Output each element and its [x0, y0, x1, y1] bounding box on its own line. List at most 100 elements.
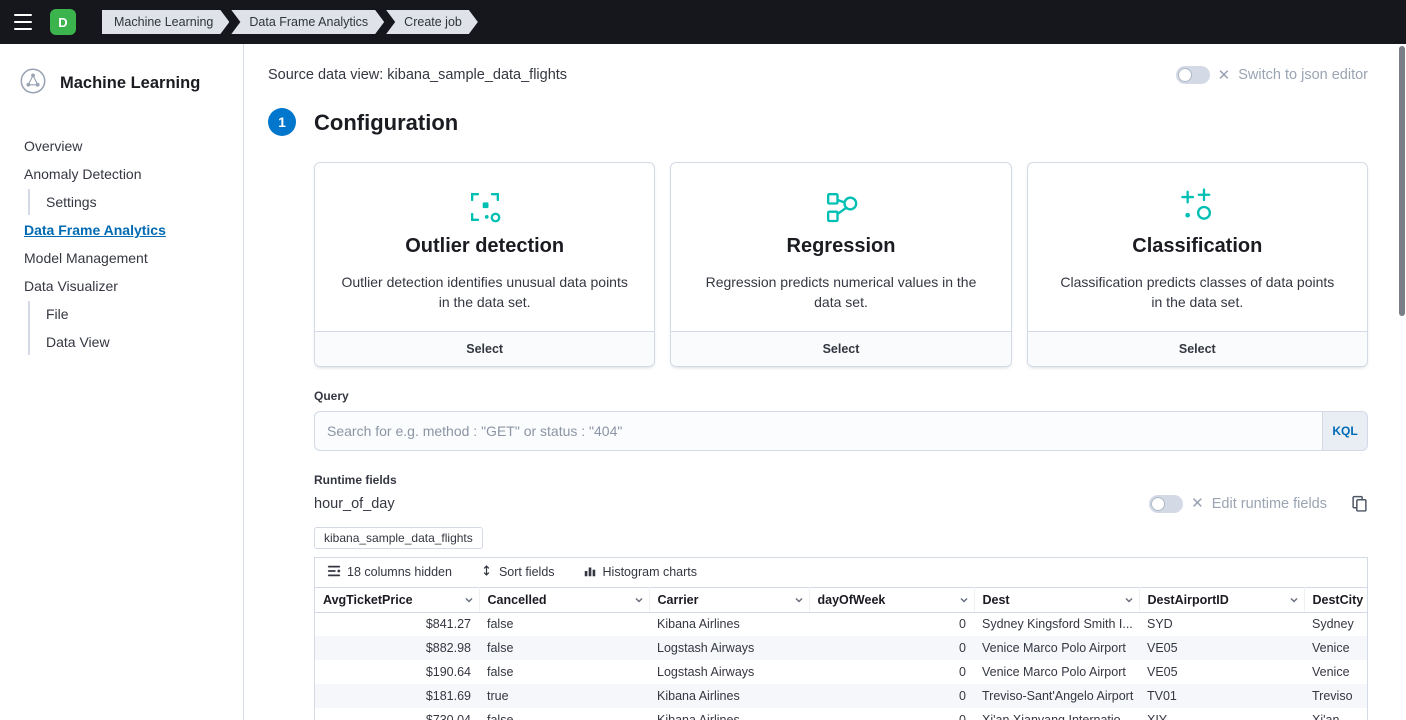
column-header-dayofweek[interactable]: dayOfWeek [809, 587, 974, 612]
breadcrumb-machine-learning[interactable]: Machine Learning [102, 10, 229, 34]
column-label: AvgTicketPrice [323, 593, 413, 607]
step-number-badge: 1 [268, 108, 296, 136]
column-header-destcityname[interactable]: DestCityName [1304, 587, 1367, 612]
table-header-row: AvgTicketPrice Cancelled Carrier dayOfWe… [315, 587, 1367, 612]
source-data-view-label: Source data view: kibana_sample_data_fli… [268, 67, 567, 83]
cell-cancelled: false [479, 660, 649, 684]
sidebar-item-model-management[interactable]: Model Management [16, 245, 227, 271]
breadcrumb-data-frame-analytics[interactable]: Data Frame Analytics [231, 10, 384, 34]
card-title: Classification [1054, 235, 1341, 258]
vertical-scrollbar[interactable] [1399, 46, 1405, 316]
columns-hidden-button[interactable]: 18 columns hidden [327, 564, 452, 581]
outlier-detection-icon [341, 185, 628, 229]
cell-cancelled: true [479, 684, 649, 708]
cross-icon: ✕ [1218, 68, 1231, 83]
histogram-charts-button[interactable]: Histogram charts [583, 564, 697, 581]
json-editor-toggle-switch[interactable] [1176, 66, 1210, 84]
column-header-destairportid[interactable]: DestAirportID [1139, 587, 1304, 612]
card-title: Outlier detection [341, 235, 628, 258]
select-classification-button[interactable]: Select [1028, 331, 1367, 366]
sidebar-item-settings[interactable]: Settings [38, 189, 227, 215]
chevron-down-icon[interactable] [633, 594, 645, 606]
table-row[interactable]: $882.98 false Logstash Airways 0 Venice … [315, 636, 1367, 660]
cell-destairportid: SYD [1139, 612, 1304, 636]
cross-icon: ✕ [1191, 496, 1204, 511]
sidebar-item-data-visualizer[interactable]: Data Visualizer [16, 273, 227, 299]
sort-fields-button[interactable]: Sort fields [480, 564, 555, 580]
sidebar-item-overview[interactable]: Overview [16, 133, 227, 159]
query-search-input[interactable] [314, 411, 1322, 451]
analytics-type-cards: Outlier detection Outlier detection iden… [314, 162, 1368, 367]
chevron-down-icon[interactable] [958, 594, 970, 606]
cell-dayofweek: 0 [809, 636, 974, 660]
page-title: Configuration [314, 110, 1368, 136]
cell-destairportid: VE05 [1139, 636, 1304, 660]
table-row[interactable]: $190.64 false Logstash Airways 0 Venice … [315, 660, 1367, 684]
column-header-carrier[interactable]: Carrier [649, 587, 809, 612]
main-content: Source data view: kibana_sample_data_fli… [244, 44, 1406, 720]
cell-avgticketprice: $882.98 [315, 636, 479, 660]
toolbar-label: Sort fields [499, 565, 555, 579]
regression-icon [697, 185, 984, 229]
cell-destairportid: XIY [1139, 708, 1304, 720]
top-navigation-bar: D Machine Learning Data Frame Analytics … [0, 0, 1406, 44]
cell-cancelled: false [479, 708, 649, 720]
sidebar-item-anomaly-detection[interactable]: Anomaly Detection [16, 161, 227, 187]
sidebar-subgroup-anomaly: Settings [28, 189, 227, 215]
cell-carrier: Logstash Airways [649, 636, 809, 660]
cell-avgticketprice: $190.64 [315, 660, 479, 684]
sidebar-item-data-view[interactable]: Data View [38, 329, 227, 355]
kql-button[interactable]: KQL [1322, 411, 1368, 451]
card-classification[interactable]: Classification Classification predicts c… [1027, 162, 1368, 367]
sidebar-item-file[interactable]: File [38, 301, 227, 327]
space-avatar[interactable]: D [50, 9, 76, 35]
cell-dayofweek: 0 [809, 708, 974, 720]
sidebar-item-data-frame-analytics[interactable]: Data Frame Analytics [16, 217, 227, 243]
cell-destairportid: TV01 [1139, 684, 1304, 708]
cell-cancelled: false [479, 612, 649, 636]
cell-dest: Xi'an Xianyang Internatio... [974, 708, 1139, 720]
column-header-avgticketprice[interactable]: AvgTicketPrice [315, 587, 479, 612]
chevron-down-icon[interactable] [793, 594, 805, 606]
column-header-dest[interactable]: Dest [974, 587, 1139, 612]
select-outlier-detection-button[interactable]: Select [315, 331, 654, 366]
card-title: Regression [697, 235, 984, 258]
cell-avgticketprice: $841.27 [315, 612, 479, 636]
toolbar-label: 18 columns hidden [347, 565, 452, 579]
cell-dayofweek: 0 [809, 612, 974, 636]
flights-table: AvgTicketPrice Cancelled Carrier dayOfWe… [315, 587, 1367, 720]
runtime-fields-label: Runtime fields [314, 473, 1368, 487]
sidebar-title: Machine Learning [60, 74, 200, 93]
cell-destcityname: Sydney [1304, 612, 1367, 636]
cell-dest: Venice Marco Polo Airport [974, 636, 1139, 660]
toolbar-label: Histogram charts [603, 565, 697, 579]
data-grid: 18 columns hidden Sort fields [314, 557, 1368, 720]
classification-icon [1054, 185, 1341, 229]
chevron-down-icon[interactable] [1288, 594, 1300, 606]
select-regression-button[interactable]: Select [671, 331, 1010, 366]
cell-carrier: Logstash Airways [649, 660, 809, 684]
column-header-cancelled[interactable]: Cancelled [479, 587, 649, 612]
hamburger-menu-icon[interactable] [14, 14, 36, 30]
card-regression[interactable]: Regression Regression predicts numerical… [670, 162, 1011, 367]
table-row[interactable]: $841.27 false Kibana Airlines 0 Sydney K… [315, 612, 1367, 636]
sidebar: Machine Learning Overview Anomaly Detect… [0, 44, 244, 720]
chevron-down-icon[interactable] [1123, 594, 1135, 606]
clipboard-copy-icon[interactable] [1351, 495, 1368, 512]
edit-runtime-fields-label: Edit runtime fields [1212, 496, 1327, 512]
query-label: Query [314, 389, 1368, 403]
cell-dest: Sydney Kingsford Smith I... [974, 612, 1139, 636]
sidebar-header: Machine Learning [18, 66, 227, 101]
table-row[interactable]: $730.04 false Kibana Airlines 0 Xi'an Xi… [315, 708, 1367, 720]
column-label: dayOfWeek [818, 593, 886, 607]
card-outlier-detection[interactable]: Outlier detection Outlier detection iden… [314, 162, 655, 367]
cell-destcityname: Treviso [1304, 684, 1367, 708]
column-label: Dest [983, 593, 1010, 607]
chevron-down-icon[interactable] [463, 594, 475, 606]
card-description: Outlier detection identifies unusual dat… [341, 272, 628, 313]
edit-runtime-fields-toggle-switch[interactable] [1149, 495, 1183, 513]
column-label: Cancelled [488, 593, 547, 607]
cell-carrier: Kibana Airlines [649, 612, 809, 636]
table-row[interactable]: $181.69 true Kibana Airlines 0 Treviso-S… [315, 684, 1367, 708]
breadcrumb-create-job[interactable]: Create job [386, 10, 478, 34]
